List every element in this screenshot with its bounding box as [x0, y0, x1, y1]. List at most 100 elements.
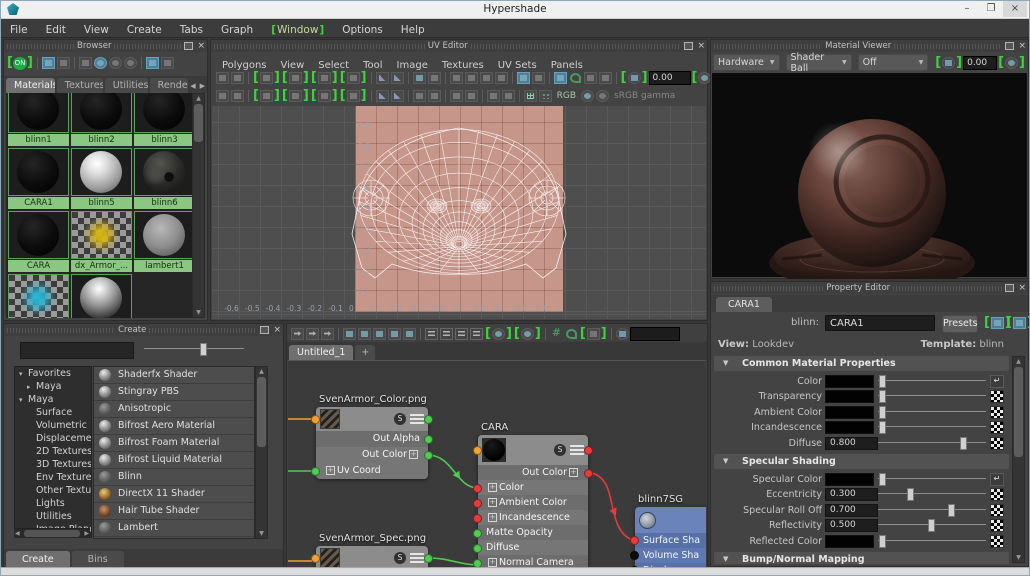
- browser-blue-ball-icon-6[interactable]: [94, 57, 107, 69]
- green-port[interactable]: [473, 559, 482, 567]
- node-header[interactable]: [635, 507, 706, 533]
- menu-help[interactable]: Help: [392, 21, 434, 40]
- rgb-channel-label[interactable]: RGB: [557, 91, 576, 101]
- tree-item-maya[interactable]: ▸Maya: [15, 380, 91, 393]
- attr-slider[interactable]: [878, 472, 986, 485]
- uv-plain-icon-24[interactable]: [584, 72, 597, 84]
- uv-plain-icon-18[interactable]: [502, 90, 515, 102]
- scroll-up-icon[interactable]: ▲: [256, 368, 267, 375]
- node-row-volume-sha[interactable]: Volume Sha: [635, 548, 706, 563]
- material-preview[interactable]: [712, 73, 1027, 277]
- uv-teal-icon-11[interactable]: [413, 72, 426, 84]
- uv-plain-icon-12[interactable]: [428, 72, 441, 84]
- node-row-out-alpha[interactable]: Out Alpha: [316, 431, 428, 447]
- browser-plain-ball-icon-7[interactable]: [109, 57, 122, 69]
- slider-handle[interactable]: [879, 535, 886, 548]
- texture-map-icon[interactable]: [990, 390, 1004, 403]
- create-item-lambert[interactable]: Lambert: [94, 520, 254, 536]
- scrollbar-thumb[interactable]: [1014, 367, 1023, 457]
- node-cara[interactable]: SOut Color++Color+Ambient Color+Incandes…: [478, 435, 588, 567]
- slider-handle[interactable]: [928, 519, 935, 532]
- slider-handle[interactable]: [200, 343, 207, 356]
- tree-item-lights[interactable]: Lights: [15, 497, 91, 510]
- minimize-button[interactable]: –: [955, 1, 979, 17]
- uv-plain-icon-17[interactable]: [487, 90, 500, 102]
- uv-gb-icon-4[interactable]: [282, 89, 309, 103]
- uv-gb-icon-3[interactable]: [253, 89, 280, 103]
- node-menu-icon[interactable]: [410, 414, 424, 424]
- uv-tri-icon-8[interactable]: [376, 72, 389, 84]
- create-item-stingray-pbs[interactable]: Stingray PBS: [94, 384, 254, 400]
- red-port[interactable]: [584, 469, 593, 478]
- scroll-down-icon[interactable]: ▼: [1013, 554, 1024, 561]
- attr-slider[interactable]: [878, 503, 986, 516]
- scroll-down-icon[interactable]: ▼: [256, 530, 267, 537]
- tree-item-2d-textures[interactable]: 2D Textures: [15, 445, 91, 458]
- uv-gb-icon-5[interactable]: [311, 89, 338, 103]
- menu-edit[interactable]: Edit: [37, 21, 75, 40]
- material-swatch-blinn6[interactable]: blinn6: [134, 148, 194, 209]
- expand-icon[interactable]: +: [326, 466, 335, 475]
- expand-icon[interactable]: +: [488, 483, 497, 492]
- section-specular-shading[interactable]: Specular Shading: [714, 454, 1009, 469]
- node-hash-icon-17[interactable]: [550, 328, 563, 340]
- slider-handle[interactable]: [907, 488, 914, 501]
- uv-gb-icon-6[interactable]: [340, 71, 367, 85]
- uv-gb-icon-5[interactable]: [311, 71, 338, 85]
- node-row-out-color[interactable]: Out Color+: [316, 447, 428, 463]
- scroll-up-icon[interactable]: ▲: [193, 95, 204, 102]
- uv-canvas[interactable]: -0.6-0.5-0.4-0.3-0.2-0.100.10.20.30.40.5…: [212, 106, 706, 319]
- close-panel-icon[interactable]: ×: [697, 41, 705, 51]
- node-row-normal-camera[interactable]: +Normal Camera: [478, 555, 588, 567]
- value-field[interactable]: 0.700: [825, 504, 878, 517]
- menu-file[interactable]: File: [1, 21, 37, 40]
- menu-create[interactable]: Create: [118, 21, 171, 40]
- tree-item-3d-textures[interactable]: 3D Textures: [15, 458, 91, 471]
- node-ham4-icon-13[interactable]: [470, 328, 483, 340]
- node-svenarmor-spec[interactable]: S: [316, 546, 428, 567]
- renderer-dropdown[interactable]: Hardware▼: [713, 54, 780, 71]
- tree-item-utilities[interactable]: Utilities: [15, 510, 91, 523]
- value-field[interactable]: 0.800: [825, 437, 878, 450]
- menu-tabs[interactable]: Tabs: [171, 21, 212, 40]
- node-gb-icon-19[interactable]: [580, 327, 607, 341]
- uv-gb-refresh-icon-27[interactable]: [621, 71, 648, 85]
- tree-expand-icon[interactable]: ▸: [27, 381, 36, 393]
- material-swatch-dx_Armor_...[interactable]: dx_Armor_...: [71, 211, 132, 272]
- color-swatch[interactable]: [825, 390, 874, 403]
- tab-cara1[interactable]: CARA1: [716, 297, 772, 312]
- create-item-directx-11-shader[interactable]: DirectX 11 Shader: [94, 486, 254, 502]
- node-header[interactable]: S: [478, 435, 588, 465]
- green-port[interactable]: [473, 544, 482, 553]
- tree-expand-icon[interactable]: ▾: [19, 394, 28, 406]
- texture-map-icon[interactable]: [990, 535, 1004, 548]
- uv-tri-icon-8[interactable]: [376, 90, 389, 102]
- browser-blue-az-icon-10[interactable]: [146, 57, 159, 69]
- node-svenarmor-color[interactable]: SOut AlphaOut Color++Uv Coord: [316, 407, 428, 479]
- tree-item-volumetric[interactable]: Volumetric: [15, 419, 91, 432]
- material-swatch-blinn1[interactable]: blinn1: [8, 93, 69, 146]
- slider-handle[interactable]: [879, 421, 886, 434]
- node-ham4-icon-11[interactable]: [440, 328, 453, 340]
- material-swatch-row4-0[interactable]: [8, 274, 69, 318]
- uv-gb-icon-6[interactable]: [340, 89, 367, 103]
- browser-tab-utilities[interactable]: Utilities: [105, 78, 148, 93]
- browser-tiny-box-icon-5[interactable]: [79, 57, 92, 69]
- color-swatch[interactable]: [825, 473, 874, 486]
- red-port[interactable]: [473, 484, 482, 493]
- green-port[interactable]: [311, 467, 320, 476]
- node-name-field[interactable]: [825, 315, 935, 331]
- slider-handle[interactable]: [879, 390, 886, 403]
- browser-scrollbar[interactable]: ▲ ▼: [192, 93, 205, 318]
- close-button[interactable]: ×: [1003, 1, 1027, 17]
- node-row-uv-coord[interactable]: +Uv Coord: [316, 463, 428, 479]
- menu-window[interactable]: Window: [262, 21, 333, 40]
- uv-blue-icon-22[interactable]: [554, 72, 567, 84]
- uv-plain-icon-12[interactable]: [428, 90, 441, 102]
- node-filter-field[interactable]: [630, 327, 680, 341]
- material-swatch-CARA1[interactable]: CARA1: [8, 148, 69, 209]
- texture-map-icon[interactable]: [990, 488, 1004, 501]
- uv-ball-teal-icon-23[interactable]: [581, 90, 594, 102]
- red-port[interactable]: [584, 446, 593, 455]
- expand-icon[interactable]: +: [488, 558, 497, 567]
